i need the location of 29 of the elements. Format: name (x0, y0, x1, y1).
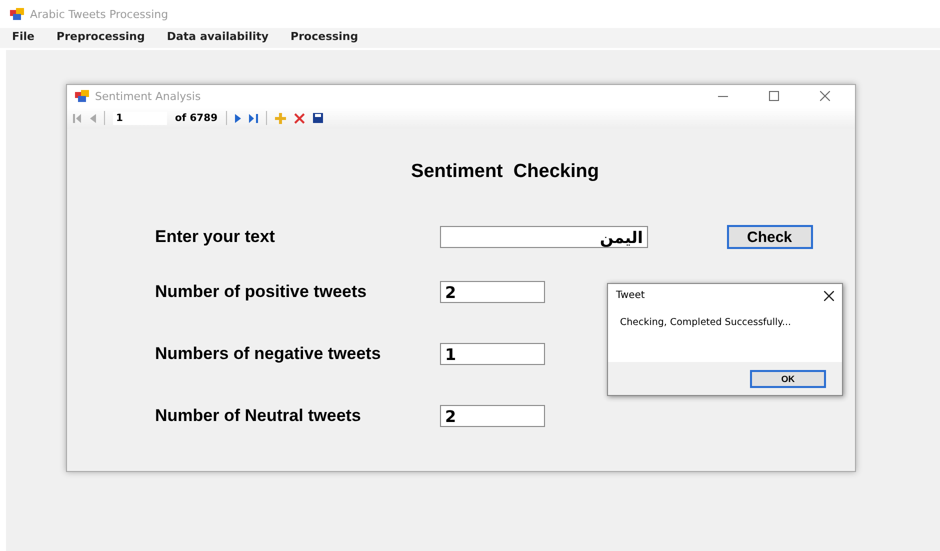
close-icon[interactable] (824, 290, 834, 300)
window-title: Sentiment Analysis (95, 90, 202, 102)
menu-item[interactable]: Processing (290, 30, 358, 48)
window-title: Arabic Tweets Processing (30, 8, 168, 20)
dialog-title: Tweet (616, 290, 645, 301)
menu-item[interactable]: Preprocessing (56, 30, 145, 48)
text-field[interactable]: اليمن (440, 226, 648, 248)
app-icon (10, 8, 24, 20)
field-label: Numbers of negative tweets (155, 344, 382, 364)
count-field[interactable]: 2 (440, 281, 545, 303)
field-label: Enter your text (155, 227, 276, 247)
menu-item[interactable]: Data availability (166, 30, 269, 48)
next-icon[interactable] (234, 114, 241, 122)
field-label: Number of Neutral tweets (155, 406, 362, 426)
app-icon (75, 90, 89, 102)
position-field[interactable]: 1 (113, 112, 167, 124)
maximize-icon[interactable] (768, 91, 778, 101)
dialog-message: Checking, Completed Successfully... (619, 316, 792, 330)
record-count: of 6789 (175, 112, 218, 124)
count-field[interactable]: 1 (440, 343, 545, 365)
count-field[interactable]: 2 (440, 405, 545, 427)
menu-item[interactable]: File (12, 30, 35, 48)
check-button[interactable]: Check (726, 225, 812, 249)
delete-icon[interactable] (294, 112, 305, 124)
last-icon[interactable] (248, 114, 258, 122)
heading: Sentiment Checking (411, 161, 599, 183)
save-icon[interactable] (312, 113, 323, 123)
ok-button[interactable]: OK (750, 370, 826, 388)
field-label: Number of positive tweets (155, 282, 368, 302)
